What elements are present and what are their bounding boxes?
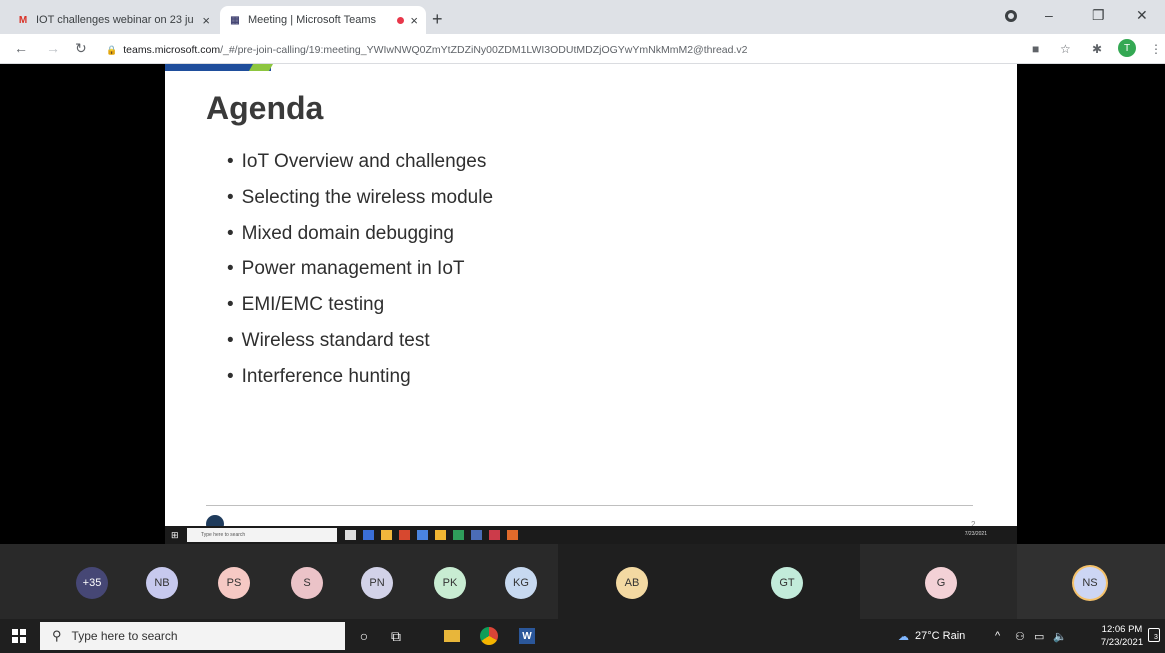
app-icon (399, 530, 410, 540)
windows-taskbar: ⚲ Type here to search ○ ⧉ W ☁ 27°C Rain … (0, 619, 1165, 653)
file-explorer-icon[interactable] (444, 630, 460, 642)
camera-extension-icon[interactable]: ■ (1032, 42, 1039, 56)
lock-icon: 🔒 (106, 44, 118, 55)
self-avatar[interactable]: NS (1074, 567, 1106, 599)
weather-text: 27°C Rain (915, 630, 966, 642)
rain-cloud-icon: ☁ (898, 630, 909, 643)
windows-start-icon: ⊞ (171, 530, 179, 540)
app-icon (363, 530, 374, 540)
new-tab-button[interactable]: + (432, 9, 443, 30)
agenda-item: Selecting the wireless module (227, 185, 493, 221)
clock-date: 7/23/2021 (1100, 637, 1144, 648)
browser-profile-icon[interactable] (1005, 10, 1017, 22)
taskbar-clock[interactable]: 12:06 PM 7/23/2021 (1100, 623, 1144, 649)
participant-avatar[interactable]: NB (146, 567, 178, 599)
gmail-icon: M (18, 14, 28, 26)
reload-icon[interactable]: ↻ (75, 40, 87, 57)
app-icon (453, 530, 464, 540)
slide-accent-green (248, 64, 274, 71)
agenda-item: EMI/EMC testing (227, 292, 493, 328)
url-path: /_#/pre-join-calling/19:meeting_YWIwNWQ0… (220, 44, 748, 56)
app-icon (435, 530, 446, 540)
presenter-search-box: Type here to search (187, 528, 337, 542)
shared-slide: Agenda IoT Overview and challenges Selec… (165, 64, 1017, 544)
tab-close-icon[interactable]: × (410, 13, 418, 28)
url-host: teams.microsoft.com (123, 44, 221, 56)
meeting-stage: Agenda IoT Overview and challenges Selec… (0, 64, 1165, 544)
agenda-item: Power management in IoT (227, 256, 493, 292)
agenda-item: Wireless standard test (227, 328, 493, 364)
search-icon: ⚲ (52, 628, 62, 643)
tab-gmail[interactable]: M IOT challenges webinar on 23 ju × (8, 6, 218, 34)
participant-avatar[interactable]: GT (771, 567, 803, 599)
profile-avatar[interactable]: T (1118, 39, 1136, 57)
more-participants-badge[interactable]: +35 (76, 567, 108, 599)
restore-button[interactable]: ❐ (1092, 7, 1105, 24)
chrome-icon[interactable] (480, 627, 498, 645)
participant-avatar[interactable]: PK (434, 567, 466, 599)
menu-kebab-icon[interactable]: ⋮ (1150, 42, 1162, 56)
participant-avatar[interactable]: S (291, 567, 323, 599)
windows-start-icon[interactable] (12, 629, 26, 643)
presenter-tray: 7/23/2021 (964, 531, 987, 537)
presenter-taskbar: ⊞ Type here to search 7/23/2021 (165, 526, 1017, 544)
agenda-item: Mixed domain debugging (227, 221, 493, 257)
chevron-up-icon[interactable]: ^ (995, 619, 1000, 653)
notification-count: 3 (1154, 634, 1158, 641)
app-icon (507, 530, 518, 540)
agenda-item: Interference hunting (227, 364, 493, 400)
participant-strip: +35 NB PS S PN PK KG AB GT G NS (0, 544, 1165, 619)
slide-footer-divider (206, 505, 973, 506)
video-tile-group (558, 544, 860, 619)
agenda-item: IoT Overview and challenges (227, 149, 493, 185)
teams-icon: ▦ (230, 14, 240, 26)
back-arrow-icon[interactable]: ← (14, 40, 28, 56)
taskbar-search-box[interactable]: ⚲ Type here to search (40, 622, 345, 650)
agenda-list: IoT Overview and challenges Selecting th… (227, 149, 493, 400)
app-icon (381, 530, 392, 540)
participant-avatar[interactable]: KG (505, 567, 537, 599)
app-icon (345, 530, 356, 540)
minimize-button[interactable]: – (1045, 7, 1053, 23)
tab-teams-meeting[interactable]: ▦ Meeting | Microsoft Teams × (220, 6, 426, 34)
search-placeholder: Type here to search (71, 629, 178, 643)
participant-avatar[interactable]: G (925, 567, 957, 599)
participant-avatar[interactable]: PS (218, 567, 250, 599)
tab-title: Meeting | Microsoft Teams (248, 14, 376, 26)
forward-arrow-icon[interactable]: → (46, 40, 60, 56)
participant-avatar[interactable]: PN (361, 567, 393, 599)
notification-center-icon[interactable]: 3 (1148, 628, 1160, 642)
slide-title: Agenda (206, 90, 324, 126)
cortana-icon[interactable]: ○ (356, 628, 372, 644)
recording-indicator-icon (397, 16, 405, 24)
weather-widget[interactable]: ☁ 27°C Rain (898, 619, 965, 653)
browser-toolbar: ← → ↻ 🔒 teams.microsoft.com /_#/pre-join… (0, 34, 1165, 64)
word-icon[interactable]: W (519, 628, 535, 644)
app-icon (417, 530, 428, 540)
volume-icon[interactable]: 🔈 (1053, 619, 1067, 653)
app-icon (471, 530, 482, 540)
close-window-button[interactable]: ✕ (1136, 7, 1148, 24)
extensions-puzzle-icon[interactable]: ✱ (1092, 42, 1102, 56)
address-bar[interactable]: 🔒 teams.microsoft.com /_#/pre-join-calli… (106, 40, 1006, 60)
tab-title: IOT challenges webinar on 23 ju (36, 14, 194, 26)
clock-time: 12:06 PM (1101, 624, 1143, 635)
tab-close-icon[interactable]: × (202, 13, 210, 28)
bookmark-star-icon[interactable]: ☆ (1060, 42, 1071, 56)
app-icon (489, 530, 500, 540)
task-view-icon[interactable]: ⧉ (388, 628, 404, 644)
meet-now-icon[interactable]: ⚇ (1015, 619, 1025, 653)
screen: M IOT challenges webinar on 23 ju × ▦ Me… (0, 0, 1165, 653)
network-icon[interactable]: ▭ (1034, 619, 1044, 653)
browser-tab-strip: M IOT challenges webinar on 23 ju × ▦ Me… (0, 0, 1165, 34)
participant-avatar[interactable]: AB (616, 567, 648, 599)
